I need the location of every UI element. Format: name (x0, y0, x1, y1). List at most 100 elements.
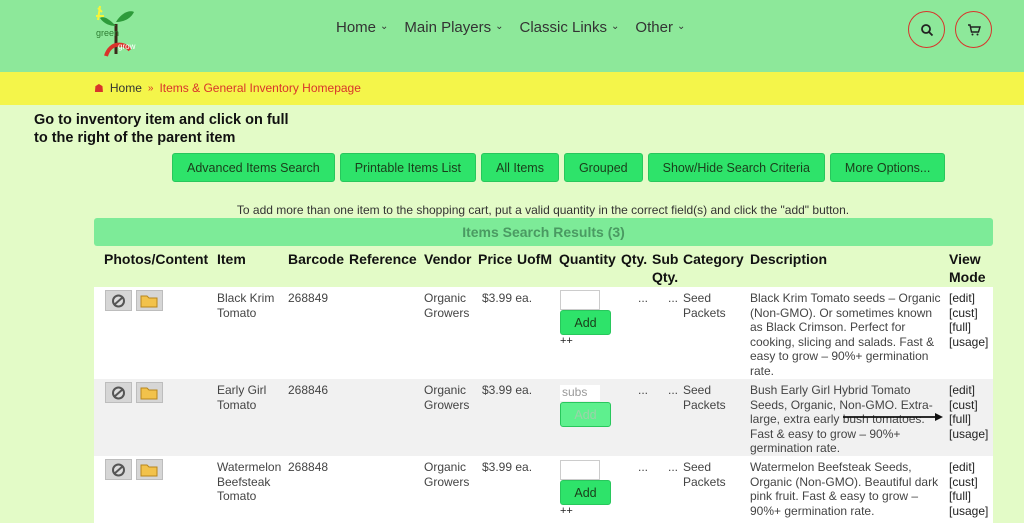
item-vendor: Organic Growers (424, 383, 470, 412)
qty-value: ... (638, 383, 649, 397)
breadcrumb-home[interactable]: Home (110, 81, 142, 95)
full-link[interactable]: [full] (949, 412, 971, 427)
advanced-items-search-button[interactable]: Advanced Items Search (172, 153, 335, 182)
usage-link[interactable]: [usage] (949, 504, 988, 519)
item-barcode: 268846 (288, 383, 329, 397)
sub-qty-value: ... (668, 460, 679, 474)
item-description: Watermelon Beefsteak Seeds, Organic (Non… (750, 460, 939, 518)
no-photo-icon (112, 294, 125, 307)
usage-link[interactable]: [usage] (949, 335, 988, 350)
item-barcode: 268849 (288, 291, 329, 305)
full-link[interactable]: [full] (949, 320, 971, 335)
cart-icon (967, 23, 981, 35)
col-description: Description (750, 251, 828, 267)
plus-link[interactable]: ++ (560, 505, 573, 517)
pointer-arrow (843, 413, 943, 421)
search-button[interactable] (908, 11, 945, 48)
col-quantity: Quantity (559, 251, 616, 267)
quantity-input[interactable] (560, 290, 600, 310)
photo-thumbnail[interactable] (105, 290, 132, 311)
col-qty: Qty. (621, 251, 648, 267)
col-reference: Reference (349, 251, 417, 267)
all-items-button[interactable]: All Items (481, 153, 559, 182)
qty-value: ... (638, 460, 649, 474)
full-link[interactable]: [full] (949, 489, 971, 504)
search-icon (920, 23, 933, 36)
usage-link[interactable]: [usage] (949, 427, 988, 442)
subs-field: subs (560, 385, 600, 401)
chevron-down-icon: ⌄ (611, 21, 620, 32)
toolbar: Advanced Items Search Printable Items Li… (172, 153, 946, 182)
col-uofm: UofM (517, 251, 552, 267)
no-photo-icon (112, 463, 125, 476)
quantity-input[interactable] (560, 460, 600, 480)
item-description: Black Krim Tomato seeds – Organic (Non-G… (750, 291, 941, 378)
col-item: Item (217, 251, 246, 267)
photo-thumbnail[interactable] (105, 382, 132, 403)
item-category: Seed Packets (683, 291, 726, 320)
add-button[interactable]: Add (560, 310, 611, 335)
edit-link[interactable]: [edit] (949, 383, 975, 398)
item-name[interactable]: Watermelon Beefsteak Tomato (217, 460, 287, 504)
col-photos: Photos/Content (104, 251, 209, 267)
show-hide-search-criteria-button[interactable]: Show/Hide Search Criteria (647, 153, 825, 182)
chevron-down-icon: ⌄ (380, 21, 389, 32)
instruction-text: Go to inventory item and click on full t… (34, 112, 289, 146)
col-price: Price (478, 251, 513, 267)
chevron-down-icon: ⌄ (495, 21, 504, 32)
cart-button[interactable] (955, 11, 992, 48)
item-vendor: Organic Growers (424, 460, 470, 489)
home-icon: ☗ (94, 82, 104, 95)
more-options-button[interactable]: More Options... (829, 153, 946, 182)
cust-link[interactable]: [cust] (949, 398, 978, 413)
cust-link[interactable]: [cust] (949, 475, 978, 490)
add-button[interactable]: Add (560, 402, 611, 427)
item-price: $3.99 ea. (482, 383, 533, 397)
add-button[interactable]: Add (560, 480, 611, 505)
col-sub-qty: Sub Qty. (652, 251, 679, 285)
plus-link[interactable]: ++ (560, 335, 573, 347)
nav-other[interactable]: Other ⌄ (635, 19, 685, 36)
cust-link[interactable]: [cust] (949, 306, 978, 321)
photo-thumbnail[interactable] (105, 459, 132, 480)
nav-home-label: Home (336, 19, 377, 36)
breadcrumb-current[interactable]: Items & General Inventory Homepage (159, 81, 360, 95)
content-folder[interactable] (136, 290, 163, 311)
breadcrumb-bar: ☗ Home » Items & General Inventory Homep… (0, 72, 1024, 105)
folder-icon (140, 464, 158, 476)
item-category: Seed Packets (683, 383, 726, 412)
nav-home[interactable]: Home ⌄ (336, 19, 388, 36)
qty-value: ... (638, 291, 649, 305)
sub-qty-value: ... (668, 291, 679, 305)
folder-icon (140, 387, 158, 399)
results-title: Items Search Results (3) (94, 218, 993, 246)
content-folder[interactable] (136, 459, 163, 480)
breadcrumb: ☗ Home » Items & General Inventory Homep… (94, 81, 361, 95)
item-vendor: Organic Growers (424, 291, 470, 320)
cart-instructions: To add more than one item to the shoppin… (236, 203, 850, 217)
item-category: Seed Packets (683, 460, 726, 489)
top-header: green grow Home ⌄ Main Players ⌄ Classic L… (0, 0, 1024, 72)
col-view-mode: View Mode (949, 251, 986, 285)
edit-link[interactable]: [edit] (949, 291, 975, 306)
nav-main-players[interactable]: Main Players ⌄ (404, 19, 503, 36)
edit-link[interactable]: [edit] (949, 460, 975, 475)
printable-items-list-button[interactable]: Printable Items List (339, 153, 477, 182)
nav-classic-links-label: Classic Links (519, 19, 608, 36)
content-folder[interactable] (136, 382, 163, 403)
grouped-button[interactable]: Grouped (563, 153, 643, 182)
col-vendor: Vendor (424, 251, 472, 267)
nav-classic-links[interactable]: Classic Links ⌄ (520, 19, 620, 36)
chevron-down-icon: ⌄ (676, 21, 686, 32)
item-name[interactable]: Early Girl Tomato (217, 383, 287, 412)
main-nav: Home ⌄ Main Players ⌄ Classic Links ⌄ Other… (336, 19, 685, 36)
nav-other-label: Other (635, 19, 673, 36)
chevron-right-icon: » (147, 82, 154, 94)
item-name[interactable]: Black Krim Tomato (217, 291, 287, 320)
item-barcode: 268848 (288, 460, 329, 474)
item-price: $3.99 ea. (482, 460, 533, 474)
folder-icon (140, 295, 158, 307)
no-photo-icon (112, 386, 125, 399)
nav-main-players-label: Main Players (404, 19, 492, 36)
item-price: $3.99 ea. (482, 291, 533, 305)
